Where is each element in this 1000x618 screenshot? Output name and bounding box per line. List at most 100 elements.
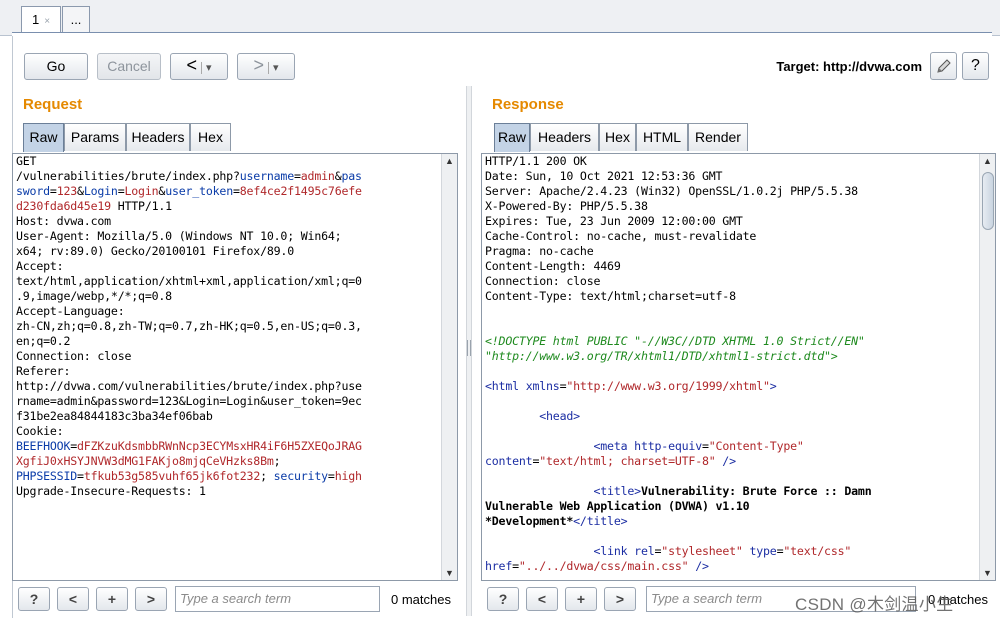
tab-request-hex[interactable]: Hex (190, 123, 231, 151)
response-code-line: content="text/html; charset=UTF-8" /> (485, 454, 871, 469)
tab-1[interactable]: 1 × (21, 6, 61, 33)
request-code-token: = (70, 439, 78, 453)
response-code-line: Pragma: no-cache (485, 244, 871, 259)
response-code-token: xmlns (525, 379, 560, 393)
response-code-token: = (512, 559, 519, 573)
response-code-line (485, 529, 871, 544)
edit-target-button[interactable] (930, 52, 957, 80)
request-code-token: = (233, 184, 240, 198)
response-code-token: "Content-Type" (708, 439, 804, 453)
response-search-prev-button[interactable]: < (526, 587, 558, 611)
request-code-token: Referer: (16, 364, 71, 378)
response-code-token: content (485, 454, 533, 468)
request-code-line: f31be2ea84844183c3ba34ef06bab (16, 409, 439, 424)
response-code-token: = (701, 439, 709, 453)
response-code-line: X-Powered-By: PHP/5.5.38 (485, 199, 871, 214)
response-code-token: <link (485, 544, 635, 558)
request-matches-count: 0 matches (391, 592, 451, 607)
request-code-token: 8ef4ce2f1495c76efe (239, 184, 362, 198)
response-code-line: <!DOCTYPE html PUBLIC "-//W3C//DTD XHTML… (485, 334, 871, 349)
response-code-line: Expires: Tue, 23 Jun 2009 12:00:00 GMT (485, 214, 871, 229)
request-code-token: en;q=0.2 (16, 334, 71, 348)
request-code-token: Cookie: (16, 424, 64, 438)
request-code-token: ; (273, 454, 281, 468)
request-code-line: Cookie: (16, 424, 439, 439)
tab-request-raw[interactable]: Raw (23, 123, 64, 152)
chevron-down-icon[interactable]: ▾ (200, 62, 212, 74)
response-code-token: Connection: close (485, 274, 601, 288)
tab-request-params[interactable]: Params (64, 123, 126, 151)
request-code-token: & (77, 184, 84, 198)
tab-response-headers[interactable]: Headers (530, 123, 599, 151)
request-search-help-button[interactable]: ? (18, 587, 50, 611)
response-code-token: rel (634, 544, 655, 558)
request-code-token: Host: dvwa.com (16, 214, 111, 228)
response-code-token: </title> (573, 514, 628, 528)
request-search-next-button[interactable]: > (135, 587, 167, 611)
splitter-grip-icon[interactable] (467, 340, 471, 356)
request-code-line: rname=admin&password=123&Login=Login&use… (16, 394, 439, 409)
response-code-token: <title> (485, 484, 641, 498)
forward-button[interactable]: > ▾ (237, 53, 295, 80)
response-search-add-button[interactable]: + (565, 587, 597, 611)
response-code-line: Connection: close (485, 274, 871, 289)
request-code-line: GET (16, 154, 439, 169)
response-code-token: "stylesheet" (661, 544, 743, 558)
request-code-token: username (239, 169, 294, 183)
response-code-token: href (485, 559, 513, 573)
response-code-line: Content-Length: 4469 (485, 259, 871, 274)
request-editor[interactable]: GET/vulnerabilities/brute/index.php?user… (12, 153, 458, 581)
response-code-line (485, 319, 871, 334)
request-code-token: = (294, 169, 301, 183)
request-code-token: PHPSESSID (16, 469, 78, 483)
scroll-up-icon[interactable]: ▲ (983, 156, 992, 166)
help-button[interactable]: ? (962, 52, 989, 80)
request-code-line: PHPSESSID=tfkub53g585vuhf65jk6fot232; se… (16, 469, 439, 484)
request-search-prev-button[interactable]: < (57, 587, 89, 611)
request-title: Request (23, 96, 83, 113)
request-code-token: tfkub53g585vuhf65jk6fot232 (83, 469, 261, 483)
request-code-token: pas (341, 169, 362, 183)
request-code-token: BEEFHOOK (16, 439, 71, 453)
request-code-token: x64; rv:89.0) Gecko/20100101 Firefox/89.… (16, 244, 294, 258)
close-icon[interactable]: × (44, 16, 50, 27)
tab-request-headers[interactable]: Headers (126, 123, 190, 151)
request-code-line: sword=123&Login=Login&user_token=8ef4ce2… (16, 184, 439, 199)
tab-new[interactable]: ... (62, 6, 90, 33)
tab-1-label: 1 (31, 12, 40, 27)
response-text[interactable]: HTTP/1.1 200 OK Date: Sun, 10 Oct 2021 12… (485, 154, 872, 580)
tab-response-raw[interactable]: Raw (494, 123, 530, 152)
response-code-line: <link rel="stylesheet" type="text/css" (485, 544, 871, 559)
request-code-token: GET (16, 154, 37, 168)
request-code-token: Login (124, 184, 159, 198)
response-code-token: Date: Sun, 10 Oct 2021 12:53:36 GMT (485, 169, 723, 183)
request-code-token: User-Agent: Mozilla/5.0 (Windows NT 10.0… (16, 229, 342, 243)
request-search-input[interactable]: Type a search term (175, 586, 380, 612)
request-scrollbar[interactable]: ▲ ▼ (441, 154, 457, 580)
go-button[interactable]: Go (24, 53, 88, 80)
response-code-token: Content-Type: text/html;charset=utf-8 (485, 289, 736, 303)
scroll-down-icon[interactable]: ▼ (983, 568, 992, 578)
back-arrow-icon: < (186, 55, 197, 75)
tab-response-hex[interactable]: Hex (599, 123, 636, 151)
request-text[interactable]: GET/vulnerabilities/brute/index.php?user… (16, 154, 439, 499)
request-code-token: ; (260, 469, 274, 483)
scroll-down-icon[interactable]: ▼ (445, 568, 454, 578)
scrollbar-thumb[interactable] (982, 172, 994, 230)
response-editor[interactable]: HTTP/1.1 200 OK Date: Sun, 10 Oct 2021 12… (481, 153, 996, 581)
request-code-token: http://dvwa.com/vulnerabilities/brute/in… (16, 379, 362, 393)
response-scrollbar[interactable]: ▲ ▼ (979, 154, 995, 580)
tab-response-html[interactable]: HTML (636, 123, 688, 151)
watermark: CSDN @木剑温小生 (795, 595, 954, 614)
response-search-help-button[interactable]: ? (487, 587, 519, 611)
chevron-down-icon[interactable]: ▾ (267, 62, 279, 74)
scroll-up-icon[interactable]: ▲ (445, 156, 454, 166)
tab-response-render[interactable]: Render (688, 123, 748, 151)
back-button[interactable]: < ▾ (170, 53, 228, 80)
response-code-line (485, 394, 871, 409)
cancel-button[interactable]: Cancel (97, 53, 161, 80)
response-code-token: <html (485, 379, 526, 393)
request-code-line: Connection: close (16, 349, 439, 364)
response-search-next-button[interactable]: > (604, 587, 636, 611)
request-search-add-button[interactable]: + (96, 587, 128, 611)
